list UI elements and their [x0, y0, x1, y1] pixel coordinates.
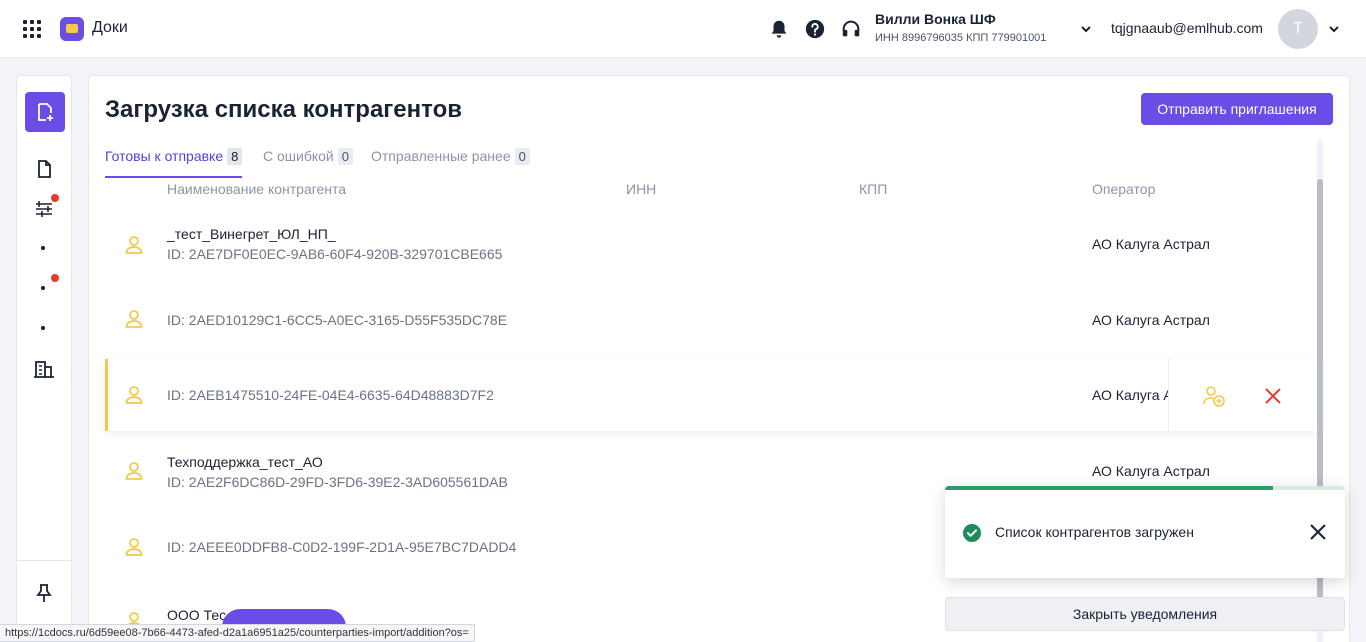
tab-errors[interactable]: С ошибкой 0	[263, 148, 353, 178]
tab-count: 0	[514, 148, 530, 165]
toast-notification: Список контрагентов загружен	[945, 486, 1345, 578]
counterparty-name: Техподдержка_тест_АО	[167, 454, 323, 470]
delete-icon[interactable]	[1264, 387, 1282, 405]
counterparty-id: ID: 2AE7DF0E0EC-9AB6-60F4-920B-329701CBE…	[167, 246, 503, 262]
page-title: Загрузка списка контрагентов	[105, 96, 462, 123]
tab-label: Отправленные ранее	[371, 148, 511, 164]
notification-badge	[51, 274, 59, 282]
apps-grid-icon[interactable]	[23, 20, 41, 38]
counterparty-id: ID: 2AE2F6DC86D-29FD-3FD6-39E2-3AD605561…	[167, 474, 508, 490]
column-kpp[interactable]: КПП	[859, 181, 887, 197]
sidebar-divider	[17, 560, 71, 561]
document-icon[interactable]	[33, 158, 55, 180]
building-icon[interactable]	[33, 358, 55, 380]
add-person-icon[interactable]	[1202, 384, 1226, 408]
counterparty-id: ID: 2AEEE0DDFB8-C0D2-199F-2D1A-95E7BC7DA…	[167, 539, 517, 555]
operator: АО Калуга Астрал	[1092, 463, 1210, 479]
pin-icon[interactable]	[33, 582, 55, 604]
org-name: Вилли Вонка ШФ	[875, 11, 996, 27]
send-invitations-button[interactable]: Отправить приглашения	[1141, 93, 1333, 125]
table-row[interactable]: _тест_Винегрет_ЮЛ_НП_ ID: 2AE7DF0E0EC-9A…	[105, 211, 1317, 283]
counterparty-name: _тест_Винегрет_ЮЛ_НП_	[167, 226, 336, 242]
user-email[interactable]: tqjgnaaub@emlhub.com	[1111, 20, 1263, 36]
counterparty-id: ID: 2AED10129C1-6CC5-A0EC-3165-D55F535DC…	[167, 312, 508, 328]
table-row[interactable]: ID: 2AED10129C1-6CC5-A0EC-3165-D55F535DC…	[105, 283, 1317, 357]
person-icon	[125, 310, 143, 328]
avatar[interactable]: Т	[1278, 9, 1318, 49]
column-name[interactable]: Наименование контрагента	[167, 181, 346, 197]
organization-selector[interactable]: Вилли Вонка ШФ ИНН 8996796035 КПП 779901…	[875, 11, 1046, 44]
help-icon[interactable]	[804, 18, 826, 40]
toast-message: Список контрагентов загружен	[995, 524, 1194, 540]
person-icon	[125, 462, 143, 480]
table-row-selected[interactable]: ID: 2AEB1475510-24FE-04E4-6635-64D48883D…	[105, 359, 1317, 431]
dot-icon[interactable]	[41, 286, 45, 290]
transfer-icon[interactable]	[33, 198, 55, 220]
chevron-down-icon[interactable]	[1328, 23, 1340, 35]
tab-label: С ошибкой	[263, 148, 334, 164]
person-icon	[125, 386, 143, 404]
operator: АО Калуга Астрал	[1092, 387, 1168, 403]
tab-count: 8	[227, 148, 243, 165]
operator: АО Калуга Астрал	[1092, 236, 1210, 252]
person-icon	[125, 538, 143, 556]
operator: АО Калуга Астрал	[1092, 312, 1210, 328]
org-details: ИНН 8996796035 КПП 779901001	[875, 32, 1047, 44]
tab-count: 0	[337, 148, 353, 165]
sidebar	[16, 75, 72, 642]
new-document-icon	[38, 103, 53, 121]
check-circle-icon	[963, 524, 981, 542]
folder-icon[interactable]	[60, 17, 84, 41]
tab-sent-earlier[interactable]: Отправленные ранее 0	[371, 148, 530, 178]
close-icon[interactable]	[1309, 523, 1327, 541]
tab-label: Готовы к отправке	[105, 148, 224, 164]
person-icon	[125, 236, 143, 254]
counterparty-name: ООО Тес	[167, 607, 227, 623]
dot-icon[interactable]	[41, 326, 45, 330]
column-operator[interactable]: Оператор	[1092, 181, 1155, 197]
new-document-button[interactable]	[25, 92, 65, 132]
column-inn[interactable]: ИНН	[626, 181, 656, 197]
close-notifications-button[interactable]: Закрыть уведомления	[945, 597, 1345, 631]
status-bar-url: https://1cdocs.ru/6d59ee08-7b66-4473-afe…	[0, 624, 475, 642]
counterparty-id: ID: 2AEB1475510-24FE-04E4-6635-64D48883D…	[167, 387, 494, 403]
notification-badge	[51, 194, 59, 202]
toast-progress-bar	[945, 486, 1273, 490]
bell-icon[interactable]	[768, 18, 790, 40]
headset-icon[interactable]	[840, 18, 862, 40]
top-bar: Доки Вилли Вонка ШФ ИНН 8996796035 КПП 7…	[0, 0, 1366, 58]
row-actions	[1168, 359, 1320, 431]
app-name[interactable]: Доки	[92, 19, 128, 37]
dot-icon[interactable]	[41, 246, 45, 250]
chevron-down-icon[interactable]	[1080, 23, 1092, 35]
tab-ready[interactable]: Готовы к отправке 8	[105, 148, 243, 178]
table-header: Наименование контрагента ИНН КПП Операто…	[89, 181, 1329, 205]
